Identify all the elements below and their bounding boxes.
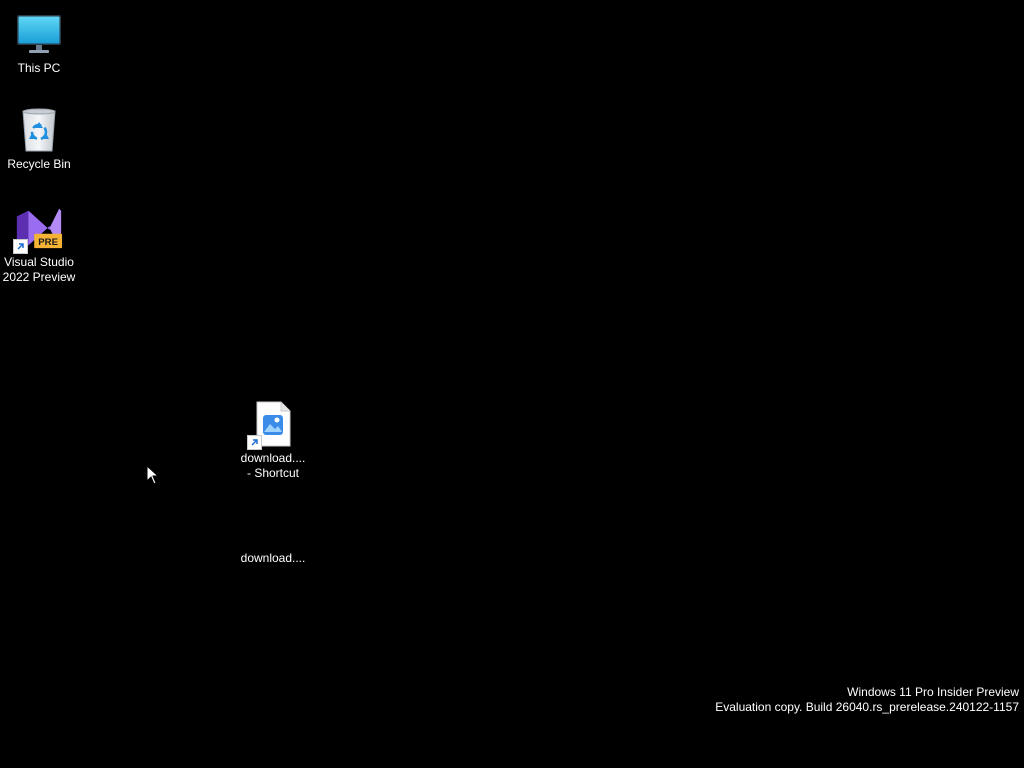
mouse-cursor-icon [146,464,160,485]
image-file-shortcut-icon [247,400,297,450]
watermark-build: Evaluation copy. Build 26040.rs_prerelea… [715,700,1019,714]
desktop-icon-label: download.... - Shortcut [240,451,306,480]
windows-evaluation-watermark: Windows 11 Pro Insider Preview Evaluatio… [715,685,1019,715]
desktop-icon-this-pc[interactable]: This PC [1,10,77,76]
desktop-icon-recycle-bin[interactable]: Recycle Bin [1,106,77,172]
shortcut-arrow-icon [13,239,28,254]
recycle-bin-icon [15,106,63,154]
desktop-icon-label: Visual Studio 2022 Preview [2,255,76,284]
desktop-icon-download[interactable]: download.... [235,500,311,566]
desktop-icon-visual-studio-2022-preview[interactable]: PRE Visual Studio 2022 Preview [1,204,77,285]
blank-file-icon [249,500,297,548]
shortcut-arrow-icon [247,435,262,450]
desktop[interactable]: This PC Recycle Bin PRE Visual Studio 20… [0,0,1024,768]
desktop-icon-download-shortcut[interactable]: download.... - Shortcut [235,400,311,481]
pre-badge: PRE [38,237,58,248]
visual-studio-preview-icon: PRE [13,204,63,254]
desktop-icon-label: Recycle Bin [7,157,71,171]
monitor-icon [15,10,63,58]
watermark-edition: Windows 11 Pro Insider Preview [847,685,1019,699]
desktop-icon-label: This PC [17,61,61,75]
desktop-icon-label: download.... [240,551,306,565]
